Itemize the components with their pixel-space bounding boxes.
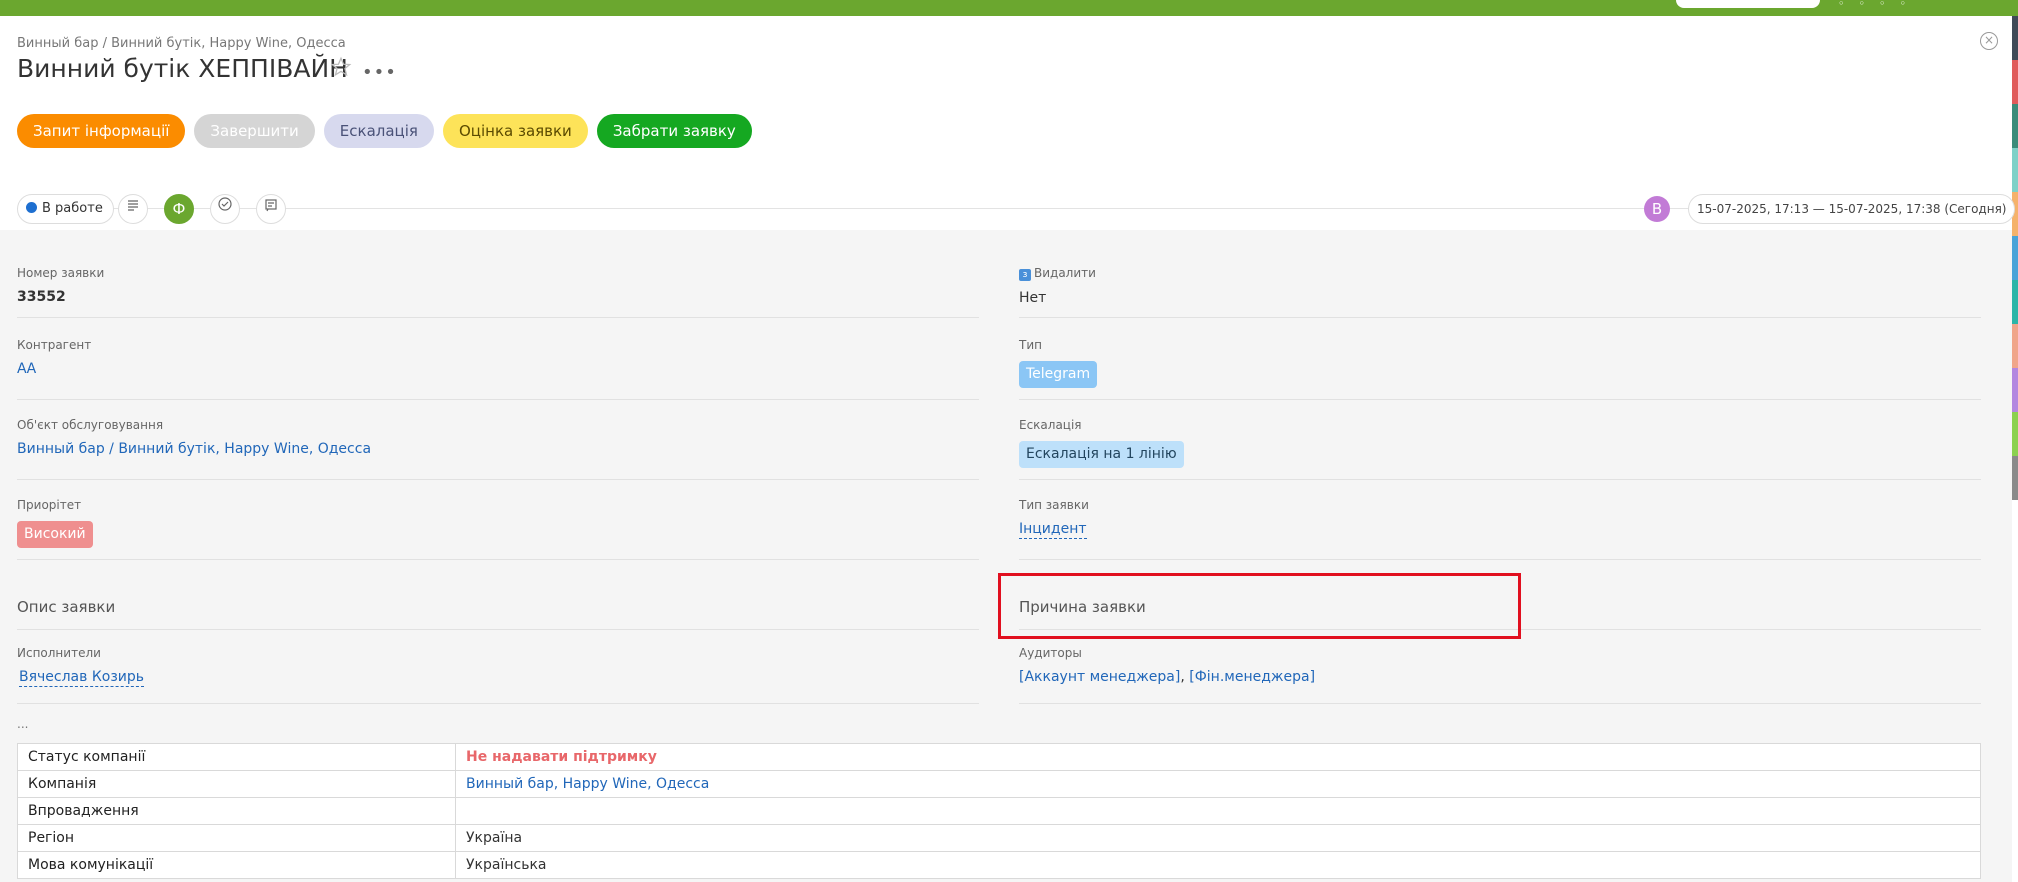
field-label: Видалити: [1034, 266, 1096, 280]
company-info-table: Статус компанії Не надавати підтримку Ко…: [17, 743, 1981, 879]
status-dot-icon: [26, 202, 37, 213]
request-info-button[interactable]: Запит інформації: [17, 114, 186, 148]
auditor-link[interactable]: [Фін.менеджера]: [1189, 669, 1315, 685]
highlight-box: [998, 573, 1521, 639]
right-color-strip: [2012, 16, 2018, 882]
field-description[interactable]: Опис заявки: [17, 598, 979, 630]
top-nav-icons[interactable]: ◦◦◦◦: [1838, 0, 1920, 10]
list-icon[interactable]: [118, 194, 148, 224]
field-label: Приорітет: [17, 498, 82, 512]
field-label: Тип: [1019, 338, 1042, 352]
table-row: Впровадження: [17, 797, 1981, 825]
star-icon[interactable]: [330, 56, 352, 78]
field-auditors: Аудиторы [Аккаунт менеджера], [Фін.менед…: [1019, 646, 1981, 704]
field-type: Тип Telegram: [1019, 338, 1981, 400]
escalation-tag[interactable]: Ескалація на 1 лінію: [1019, 441, 1184, 468]
form-icon[interactable]: Ф: [164, 194, 194, 224]
status-label: В работе: [42, 201, 103, 216]
field-label: Исполнители: [17, 646, 101, 660]
checklist-icon[interactable]: [210, 194, 240, 224]
action-buttons: Запит інформації Завершити Ескалація Оці…: [17, 114, 752, 148]
table-key: Регіон: [17, 824, 456, 852]
field-delete: з Видалити Нет: [1019, 266, 1981, 318]
counterparty-link[interactable]: АА: [17, 361, 36, 377]
auditor-link[interactable]: [Аккаунт менеджера]: [1019, 669, 1180, 685]
table-key: Компанія: [17, 770, 456, 798]
type-tag[interactable]: Telegram: [1019, 361, 1098, 388]
company-link[interactable]: Винный бар, Happy Wine, Одесса: [466, 776, 709, 792]
top-nav-bar: ◦◦◦◦: [0, 0, 2018, 16]
field-value: 33552: [17, 289, 66, 305]
take-request-button[interactable]: Забрати заявку: [596, 114, 752, 148]
finish-button[interactable]: Завершити: [194, 114, 315, 148]
field-escalation: Ескалація Ескалація на 1 лінію: [1019, 418, 1981, 480]
table-value: Не надавати підтримку: [455, 743, 1981, 771]
comments-icon[interactable]: [256, 194, 286, 224]
close-icon[interactable]: ×: [1980, 32, 1998, 50]
global-search-input[interactable]: [1676, 0, 1820, 8]
table-value: Україна: [455, 824, 1981, 852]
table-row: Компанія Винный бар, Happy Wine, Одесса: [17, 770, 1981, 798]
executor-link[interactable]: Вячеслав Козирь: [19, 669, 145, 687]
page-title: Винний бутік ХЕППІВАЙН: [17, 54, 348, 83]
service-object-link[interactable]: Винный бар / Винний бутік, Happy Wine, О…: [17, 441, 371, 457]
priority-tag[interactable]: Високий: [17, 521, 93, 548]
rate-request-button[interactable]: Оцінка заявки: [442, 114, 588, 148]
field-priority: Приорітет Високий: [17, 498, 979, 560]
table-value: Українська: [455, 851, 1981, 879]
table-key: Впровадження: [17, 797, 456, 825]
more-icon[interactable]: •••: [362, 62, 397, 83]
avatar[interactable]: В: [1644, 196, 1670, 222]
table-row: Статус компанії Не надавати підтримку: [17, 743, 1981, 771]
breadcrumb[interactable]: Винный бар / Винний бутік, Happy Wine, О…: [17, 36, 346, 51]
field-service-object: Об'єкт обслуговування Винный бар / Винни…: [17, 418, 979, 480]
field-request-number: Номер заявки 33552: [17, 266, 979, 318]
field-counterparty: Контрагент АА: [17, 338, 979, 400]
expand-more[interactable]: ...: [17, 717, 28, 731]
table-row: Регіон Україна: [17, 824, 1981, 852]
escalation-button[interactable]: Ескалація: [323, 114, 434, 148]
description-title: Опис заявки: [17, 598, 116, 616]
field-label: Об'єкт обслуговування: [17, 418, 164, 432]
date-range-pill[interactable]: 15-07-2025, 17:13 — 15-07-2025, 17:38 (С…: [1688, 194, 2016, 224]
table-value: [455, 797, 1981, 825]
field-executors: Исполнители Вячеслав Козирь: [17, 646, 979, 704]
field-value: Нет: [1019, 290, 1047, 306]
table-key: Статус компанії: [17, 743, 456, 771]
field-label: Аудиторы: [1019, 646, 1082, 660]
field-request-type: Тип заявки Інцидент: [1019, 498, 1981, 560]
field-label: Номер заявки: [17, 266, 105, 280]
field-label: Ескалація: [1019, 418, 1082, 432]
field-label: Контрагент: [17, 338, 92, 352]
delete-icon: з: [1019, 269, 1031, 281]
table-key: Мова комунікації: [17, 851, 456, 879]
table-row: Мова комунікації Українська: [17, 851, 1981, 879]
status-selector[interactable]: В работе: [17, 194, 114, 224]
request-type-link[interactable]: Інцидент: [1019, 521, 1087, 539]
field-label: Тип заявки: [1019, 498, 1089, 512]
